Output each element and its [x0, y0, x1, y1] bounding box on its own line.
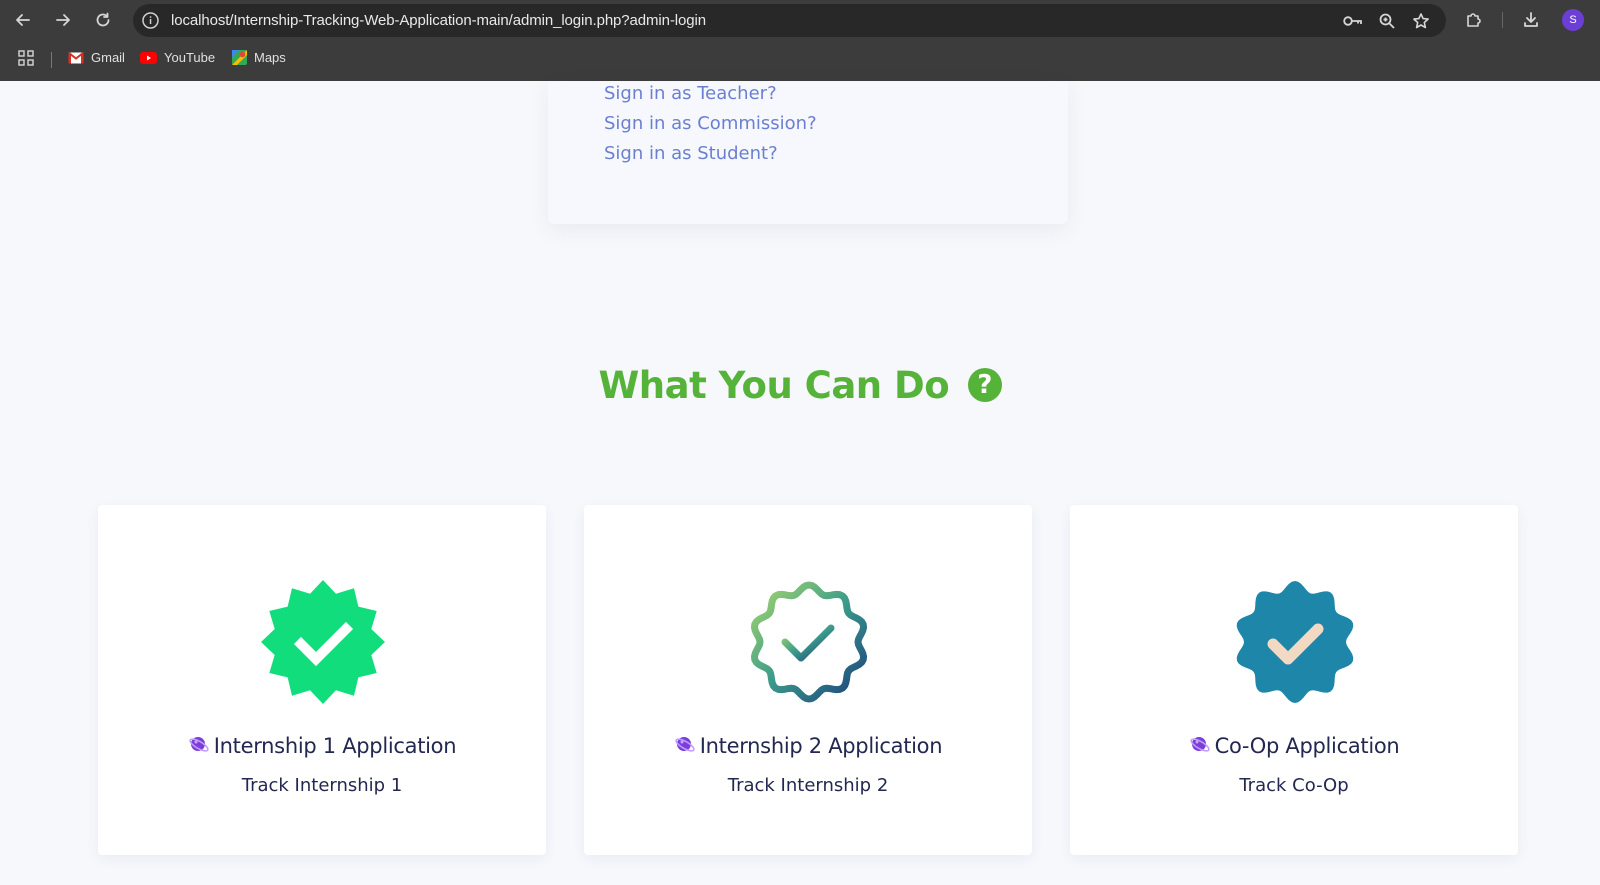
- bookmark-label: Gmail: [91, 50, 125, 65]
- apps-grid-icon: [18, 50, 34, 66]
- back-button[interactable]: [11, 8, 35, 32]
- site-info-icon[interactable]: [141, 11, 160, 30]
- card-subtitle: Track Co-Op: [1239, 775, 1349, 796]
- card-subtitle: Track Internship 1: [241, 775, 403, 796]
- bookmark-label: Maps: [254, 50, 286, 65]
- verified-badge-gradient-outline-icon: [750, 581, 868, 703]
- download-icon: [1524, 12, 1538, 27]
- planet-icon: [189, 737, 209, 752]
- bookmark-label: YouTube: [164, 50, 216, 65]
- address-bar[interactable]: localhost/Internship-Tracking-Web-Applic…: [133, 4, 1446, 37]
- sign-in-teacher-link[interactable]: Sign in as Teacher?: [604, 83, 777, 104]
- bookmark-youtube[interactable]: YouTube: [140, 50, 215, 65]
- youtube-icon: [140, 51, 157, 64]
- card-title-text: Co-Op Application: [1214, 734, 1400, 758]
- browser-chrome: localhost/Internship-Tracking-Web-Applic…: [0, 0, 1600, 81]
- downloads-button[interactable]: [1520, 9, 1542, 31]
- arrow-right-icon: [56, 14, 70, 26]
- gmail-icon: [68, 51, 84, 63]
- extensions-button[interactable]: [1463, 9, 1485, 31]
- feature-card-coop[interactable]: Co-Op Application Track Co-Op: [1070, 505, 1518, 855]
- bookmark-maps[interactable]: Maps: [232, 50, 286, 65]
- zoom-button[interactable]: [1377, 11, 1397, 31]
- login-card: Sign in as Teacher? Sign in as Commissio…: [548, 81, 1068, 224]
- bookmarks-separator: [51, 52, 52, 68]
- url-text[interactable]: localhost/Internship-Tracking-Web-Applic…: [171, 12, 706, 29]
- zoom-icon: [1379, 13, 1395, 29]
- bookmarks-bar: Gmail YouTube Maps: [0, 44, 1600, 74]
- card-title-text: Internship 1 Application: [213, 734, 457, 758]
- feature-card-internship-1[interactable]: Internship 1 Application Track Internshi…: [98, 505, 546, 855]
- forward-button[interactable]: [51, 8, 75, 32]
- password-key-button[interactable]: [1343, 11, 1363, 31]
- reload-icon: [96, 12, 110, 27]
- section-title: What You Can Do ?: [0, 364, 1600, 407]
- section-title-text: What You Can Do: [598, 364, 950, 407]
- card-title: Internship 2 Application: [584, 734, 1032, 758]
- question-circle-icon: ?: [967, 367, 1002, 402]
- profile-avatar[interactable]: S: [1562, 9, 1584, 31]
- maps-icon: [232, 50, 247, 65]
- arrow-left-icon: [16, 14, 30, 26]
- bookmark-gmail[interactable]: Gmail: [68, 50, 125, 65]
- card-title: Co-Op Application: [1070, 734, 1518, 758]
- planet-icon: [675, 737, 695, 752]
- verified-badge-green-icon: [261, 580, 385, 704]
- bookmark-star-button[interactable]: [1411, 11, 1431, 31]
- planet-icon: [1189, 737, 1210, 752]
- toolbar-separator: [1502, 12, 1503, 28]
- card-title-text: Internship 2 Application: [699, 734, 943, 758]
- reload-button[interactable]: [91, 8, 115, 32]
- feature-card-internship-2[interactable]: Internship 2 Application Track Internshi…: [584, 505, 1032, 855]
- card-title: Internship 1 Application: [98, 734, 546, 758]
- verified-badge-blue-icon: [1236, 581, 1354, 703]
- apps-button[interactable]: [18, 50, 34, 66]
- sign-in-commission-link[interactable]: Sign in as Commission?: [604, 113, 817, 134]
- puzzle-icon: [1467, 13, 1481, 27]
- sign-in-student-link[interactable]: Sign in as Student?: [604, 143, 778, 164]
- key-icon: [1343, 16, 1362, 26]
- card-subtitle: Track Internship 2: [727, 775, 889, 796]
- star-icon: [1413, 13, 1429, 29]
